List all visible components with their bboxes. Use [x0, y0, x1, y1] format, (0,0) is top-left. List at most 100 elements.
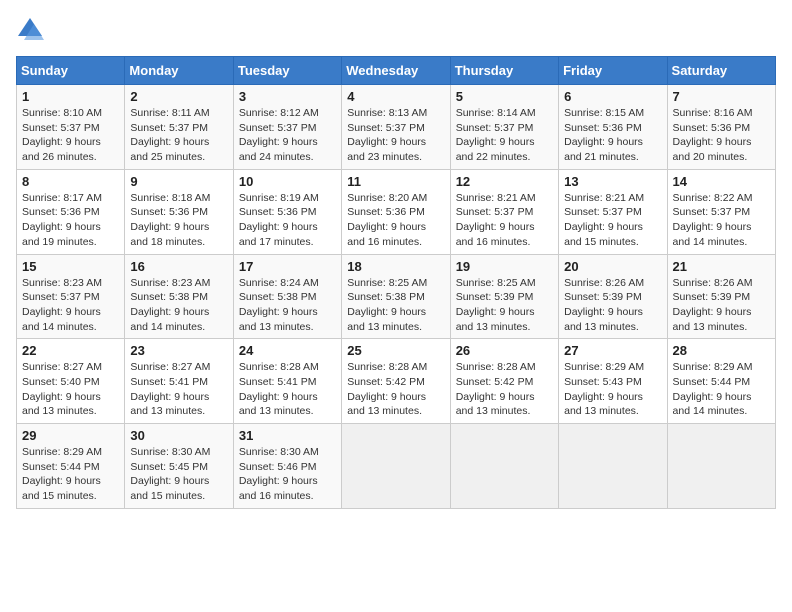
day-cell: 1Sunrise: 8:10 AMSunset: 5:37 PMDaylight…: [17, 85, 125, 170]
day-cell: [342, 424, 450, 509]
day-cell: 26 Sunrise: 8:28 AMSunset: 5:42 PMDayligh…: [450, 339, 558, 424]
day-cell: 2 Sunrise: 8:11 AMSunset: 5:37 PMDaylight…: [125, 85, 233, 170]
day-number: 4: [347, 89, 444, 104]
day-info: Sunrise: 8:21 AMSunset: 5:37 PMDaylight:…: [456, 191, 553, 250]
weekday-header-friday: Friday: [559, 57, 667, 85]
logo-icon: [16, 16, 44, 44]
day-cell: 12 Sunrise: 8:21 AMSunset: 5:37 PMDayligh…: [450, 169, 558, 254]
day-number: 15: [22, 259, 119, 274]
day-number: 24: [239, 343, 336, 358]
calendar-table: SundayMondayTuesdayWednesdayThursdayFrid…: [16, 56, 776, 509]
day-number: 31: [239, 428, 336, 443]
day-number: 30: [130, 428, 227, 443]
day-number: 19: [456, 259, 553, 274]
day-cell: 18 Sunrise: 8:25 AMSunset: 5:38 PMDayligh…: [342, 254, 450, 339]
day-cell: 14 Sunrise: 8:22 AMSunset: 5:37 PMDayligh…: [667, 169, 775, 254]
day-cell: [450, 424, 558, 509]
day-info: Sunrise: 8:20 AMSunset: 5:36 PMDaylight:…: [347, 191, 444, 250]
day-cell: 28 Sunrise: 8:29 AMSunset: 5:44 PMDayligh…: [667, 339, 775, 424]
day-number: 28: [673, 343, 770, 358]
day-cell: 10Sunrise: 8:19 AMSunset: 5:36 PMDayligh…: [233, 169, 341, 254]
day-cell: 4 Sunrise: 8:13 AMSunset: 5:37 PMDaylight…: [342, 85, 450, 170]
day-cell: 29 Sunrise: 8:29 AMSunset: 5:44 PMDayligh…: [17, 424, 125, 509]
day-cell: 3 Sunrise: 8:12 AMSunset: 5:37 PMDaylight…: [233, 85, 341, 170]
logo: [16, 16, 48, 44]
day-info: Sunrise: 8:15 AMSunset: 5:36 PMDaylight:…: [564, 106, 661, 165]
day-number: 11: [347, 174, 444, 189]
day-number: 12: [456, 174, 553, 189]
day-cell: [667, 424, 775, 509]
day-cell: 25Sunrise: 8:28 AMSunset: 5:42 PMDayligh…: [342, 339, 450, 424]
day-info: Sunrise: 8:23 AMSunset: 5:37 PMDaylight:…: [22, 276, 119, 335]
day-number: 8: [22, 174, 119, 189]
day-number: 22: [22, 343, 119, 358]
day-info: Sunrise: 8:25 AMSunset: 5:39 PMDaylight:…: [456, 276, 553, 335]
day-info: Sunrise: 8:30 AMSunset: 5:45 PMDaylight:…: [130, 445, 227, 504]
day-info: Sunrise: 8:17 AMSunset: 5:36 PMDaylight:…: [22, 191, 119, 250]
day-info: Sunrise: 8:10 AMSunset: 5:37 PMDaylight:…: [22, 106, 119, 165]
day-cell: 13 Sunrise: 8:21 AMSunset: 5:37 PMDayligh…: [559, 169, 667, 254]
day-info: Sunrise: 8:29 AMSunset: 5:44 PMDaylight:…: [22, 445, 119, 504]
day-cell: 24 Sunrise: 8:28 AMSunset: 5:41 PMDayligh…: [233, 339, 341, 424]
weekday-header-saturday: Saturday: [667, 57, 775, 85]
day-info: Sunrise: 8:27 AMSunset: 5:41 PMDaylight:…: [130, 360, 227, 419]
weekday-header-tuesday: Tuesday: [233, 57, 341, 85]
day-info: Sunrise: 8:25 AMSunset: 5:38 PMDaylight:…: [347, 276, 444, 335]
header: [16, 16, 776, 44]
day-info: Sunrise: 8:13 AMSunset: 5:37 PMDaylight:…: [347, 106, 444, 165]
day-info: Sunrise: 8:19 AMSunset: 5:36 PMDaylight:…: [239, 191, 336, 250]
day-number: 21: [673, 259, 770, 274]
day-number: 3: [239, 89, 336, 104]
weekday-header-thursday: Thursday: [450, 57, 558, 85]
day-info: Sunrise: 8:30 AMSunset: 5:46 PMDaylight:…: [239, 445, 336, 504]
day-info: Sunrise: 8:28 AMSunset: 5:41 PMDaylight:…: [239, 360, 336, 419]
weekday-header-wednesday: Wednesday: [342, 57, 450, 85]
day-cell: 21 Sunrise: 8:26 AMSunset: 5:39 PMDayligh…: [667, 254, 775, 339]
day-info: Sunrise: 8:26 AMSunset: 5:39 PMDaylight:…: [564, 276, 661, 335]
day-number: 23: [130, 343, 227, 358]
week-row-5: 29 Sunrise: 8:29 AMSunset: 5:44 PMDayligh…: [17, 424, 776, 509]
day-info: Sunrise: 8:21 AMSunset: 5:37 PMDaylight:…: [564, 191, 661, 250]
day-number: 18: [347, 259, 444, 274]
day-info: Sunrise: 8:24 AMSunset: 5:38 PMDaylight:…: [239, 276, 336, 335]
day-cell: 6Sunrise: 8:15 AMSunset: 5:36 PMDaylight…: [559, 85, 667, 170]
day-cell: 11 Sunrise: 8:20 AMSunset: 5:36 PMDayligh…: [342, 169, 450, 254]
day-info: Sunrise: 8:27 AMSunset: 5:40 PMDaylight:…: [22, 360, 119, 419]
day-info: Sunrise: 8:11 AMSunset: 5:37 PMDaylight:…: [130, 106, 227, 165]
day-number: 27: [564, 343, 661, 358]
day-number: 16: [130, 259, 227, 274]
day-cell: 27 Sunrise: 8:29 AMSunset: 5:43 PMDayligh…: [559, 339, 667, 424]
day-cell: 15 Sunrise: 8:23 AMSunset: 5:37 PMDayligh…: [17, 254, 125, 339]
week-row-3: 15 Sunrise: 8:23 AMSunset: 5:37 PMDayligh…: [17, 254, 776, 339]
day-cell: 8 Sunrise: 8:17 AMSunset: 5:36 PMDaylight…: [17, 169, 125, 254]
day-info: Sunrise: 8:29 AMSunset: 5:44 PMDaylight:…: [673, 360, 770, 419]
day-number: 26: [456, 343, 553, 358]
day-info: Sunrise: 8:16 AMSunset: 5:36 PMDaylight:…: [673, 106, 770, 165]
weekday-header-sunday: Sunday: [17, 57, 125, 85]
day-info: Sunrise: 8:22 AMSunset: 5:37 PMDaylight:…: [673, 191, 770, 250]
day-info: Sunrise: 8:23 AMSunset: 5:38 PMDaylight:…: [130, 276, 227, 335]
day-info: Sunrise: 8:26 AMSunset: 5:39 PMDaylight:…: [673, 276, 770, 335]
day-cell: 19 Sunrise: 8:25 AMSunset: 5:39 PMDayligh…: [450, 254, 558, 339]
day-number: 14: [673, 174, 770, 189]
day-info: Sunrise: 8:12 AMSunset: 5:37 PMDaylight:…: [239, 106, 336, 165]
day-cell: 9Sunrise: 8:18 AMSunset: 5:36 PMDaylight…: [125, 169, 233, 254]
day-cell: 31 Sunrise: 8:30 AMSunset: 5:46 PMDayligh…: [233, 424, 341, 509]
day-info: Sunrise: 8:18 AMSunset: 5:36 PMDaylight:…: [130, 191, 227, 250]
day-info: Sunrise: 8:28 AMSunset: 5:42 PMDaylight:…: [456, 360, 553, 419]
day-info: Sunrise: 8:29 AMSunset: 5:43 PMDaylight:…: [564, 360, 661, 419]
day-cell: 17 Sunrise: 8:24 AMSunset: 5:38 PMDayligh…: [233, 254, 341, 339]
day-number: 13: [564, 174, 661, 189]
day-cell: 16 Sunrise: 8:23 AMSunset: 5:38 PMDayligh…: [125, 254, 233, 339]
day-info: Sunrise: 8:28 AMSunset: 5:42 PMDaylight:…: [347, 360, 444, 419]
day-cell: 30 Sunrise: 8:30 AMSunset: 5:45 PMDayligh…: [125, 424, 233, 509]
day-number: 17: [239, 259, 336, 274]
day-number: 2: [130, 89, 227, 104]
week-row-2: 8 Sunrise: 8:17 AMSunset: 5:36 PMDaylight…: [17, 169, 776, 254]
day-number: 29: [22, 428, 119, 443]
day-cell: 5Sunrise: 8:14 AMSunset: 5:37 PMDaylight…: [450, 85, 558, 170]
day-cell: 7Sunrise: 8:16 AMSunset: 5:36 PMDaylight…: [667, 85, 775, 170]
day-info: Sunrise: 8:14 AMSunset: 5:37 PMDaylight:…: [456, 106, 553, 165]
day-cell: [559, 424, 667, 509]
day-cell: 22 Sunrise: 8:27 AMSunset: 5:40 PMDayligh…: [17, 339, 125, 424]
